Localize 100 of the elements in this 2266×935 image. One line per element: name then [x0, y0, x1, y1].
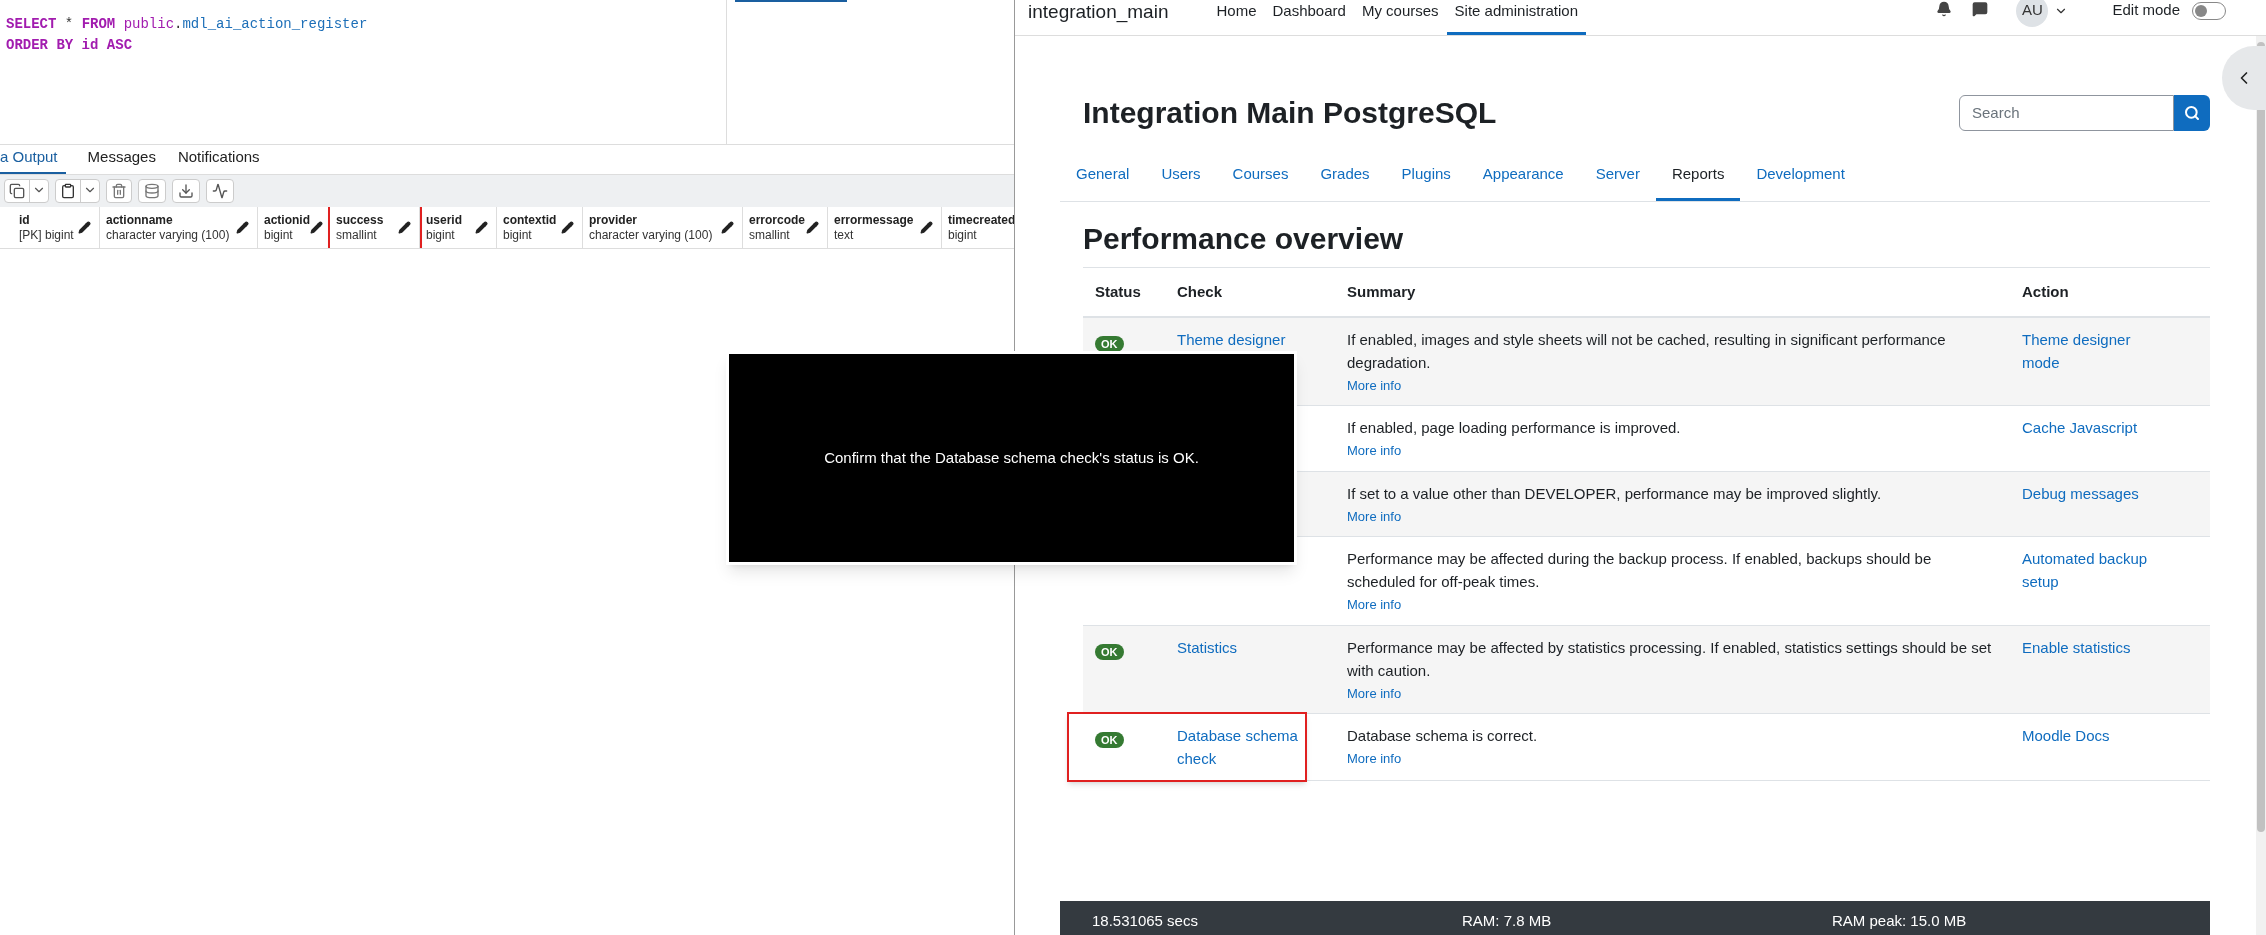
admin-tab[interactable]: Appearance: [1466, 151, 1580, 201]
column-header[interactable]: success smallint: [330, 207, 420, 248]
column-header[interactable]: actionid bigint: [258, 207, 330, 248]
column-header[interactable]: errormessage text: [828, 207, 942, 248]
pencil-icon[interactable]: [236, 221, 249, 234]
check-link[interactable]: Database schema check: [1177, 724, 1323, 770]
more-info-link[interactable]: More info: [1347, 595, 1402, 615]
column-name: provider: [589, 212, 638, 228]
instruction-text: Confirm that the Database schema check's status is OK.: [824, 447, 1199, 468]
output-tab[interactable]: Messages: [87, 145, 156, 174]
download-icon[interactable]: [172, 179, 200, 203]
user-avatar[interactable]: AU: [2016, 0, 2049, 27]
admin-tab[interactable]: Development: [1740, 151, 1861, 201]
action-link[interactable]: Cache Javascript: [2022, 416, 2172, 439]
column-type: text: [834, 227, 855, 243]
output-tab[interactable]: Notifications: [177, 145, 260, 174]
column-heading: Action: [2022, 282, 2069, 300]
pencil-icon[interactable]: [475, 221, 488, 234]
column-heading: Summary: [1347, 282, 1416, 300]
nav-link[interactable]: Site administration: [1446, 0, 1586, 35]
message-icon[interactable]: [1972, 0, 1989, 17]
summary-text: If enabled, page loading performance is improved.: [1347, 418, 1681, 438]
more-info-link[interactable]: More info: [1347, 749, 1402, 769]
scrollbar-thumb[interactable]: [2257, 42, 2265, 832]
nav-link[interactable]: Home: [1208, 0, 1265, 35]
sql-line: ORDER BY id ASC: [6, 36, 133, 55]
summary-text: Performance may be affected during the backup process. If enabled, backups should be scheduled for off-peak times.: [1347, 549, 1933, 592]
summary-text: Performance may be affected by statistics processing. If enabled, statistics settings should be set with caution.: [1347, 637, 1993, 681]
action-link[interactable]: Enable statistics: [2022, 635, 2172, 659]
search-button[interactable]: [2174, 94, 2210, 131]
footer-stat: 18.531065 secs: [1092, 910, 1199, 931]
check-link[interactable]: Theme designer: [1177, 327, 1323, 351]
column-header[interactable]: provider character varying (100): [583, 207, 743, 248]
pencil-icon[interactable]: [561, 221, 574, 234]
column-type: [PK] bigint: [19, 227, 74, 243]
column-name: errormessage: [834, 212, 914, 228]
more-info-link[interactable]: More info: [1347, 506, 1402, 526]
pencil-icon[interactable]: [78, 221, 91, 234]
column-name: contextid: [503, 212, 557, 228]
action-link[interactable]: Theme designer mode: [2022, 327, 2172, 374]
column-type: character varying (100): [106, 227, 230, 243]
column-header[interactable]: id [PK] bigint: [13, 207, 100, 248]
section-heading: Performance overview: [1083, 220, 1405, 257]
column-type: smallint: [749, 227, 791, 243]
column-header[interactable]: errorcode smallint: [743, 207, 828, 248]
column-type: bigint: [503, 227, 533, 243]
graph-icon[interactable]: [206, 179, 234, 203]
column-type: bigint: [426, 227, 456, 243]
pencil-icon[interactable]: [721, 221, 734, 234]
bell-icon[interactable]: [1936, 0, 1953, 17]
more-info-link[interactable]: More info: [1347, 683, 1402, 703]
action-link[interactable]: Debug messages: [2022, 481, 2172, 505]
column-name: timecreated: [948, 212, 1014, 228]
column-name: errorcode: [749, 212, 806, 228]
admin-tab[interactable]: Server: [1579, 151, 1656, 201]
column-type: smallint: [336, 227, 378, 243]
more-info-link[interactable]: More info: [1347, 441, 1402, 461]
pencil-icon[interactable]: [310, 221, 323, 234]
pencil-icon[interactable]: [806, 221, 819, 234]
edit-mode-label: Edit mode: [2112, 0, 2180, 21]
trash-icon[interactable]: [106, 179, 132, 203]
status-badge: OK: [1095, 732, 1124, 748]
footer-stat: RAM: 7.8 MB: [1462, 910, 1553, 931]
sql-editor[interactable]: SELECT * FROM public.mdl_ai_action_register ORDER BY id ASC: [0, 0, 726, 144]
nav-link[interactable]: My courses: [1353, 0, 1447, 35]
footer-stat: RAM peak: 15.0 MB: [1832, 910, 1968, 931]
column-header[interactable]: contextid bigint: [497, 207, 583, 248]
admin-tab[interactable]: Courses: [1216, 151, 1305, 201]
column-name: actionname: [106, 212, 174, 228]
page-title: Integration Main PostgreSQL: [1083, 95, 1497, 131]
column-header[interactable]: userid bigint: [420, 207, 497, 248]
column-type: bigint: [948, 227, 978, 243]
summary-text: If enabled, images and style sheets will not be cached, resulting in significant performance degradation.: [1347, 329, 1947, 373]
search-icon: [2184, 104, 2200, 121]
database-icon[interactable]: [138, 179, 166, 203]
status-badge: OK: [1095, 335, 1124, 352]
pencil-icon[interactable]: [920, 221, 933, 234]
admin-tab[interactable]: Reports: [1655, 151, 1741, 201]
column-header[interactable]: actionname character varying (100): [100, 207, 258, 248]
admin-tab[interactable]: Plugins: [1385, 151, 1467, 201]
pencil-icon[interactable]: [398, 221, 411, 234]
column-type: character varying (100): [589, 227, 713, 243]
more-info-link[interactable]: More info: [1347, 375, 1402, 395]
admin-tab[interactable]: Users: [1145, 151, 1217, 201]
column-heading: Check: [1177, 282, 1223, 300]
check-link[interactable]: Statistics: [1177, 635, 1323, 659]
column-name: success: [336, 212, 384, 228]
drawer-toggle[interactable]: [2222, 46, 2266, 110]
summary-text: If set to a value other than DEVELOPER, performance may be improved slightly.: [1347, 483, 1882, 504]
search-field[interactable]: Search: [1959, 94, 2174, 131]
admin-tab[interactable]: General: [1060, 151, 1146, 201]
action-link[interactable]: Moodle Docs: [2022, 724, 2172, 747]
edit-mode-switch[interactable]: [2192, 1, 2226, 20]
admin-tab[interactable]: Grades: [1304, 151, 1386, 201]
nav-link[interactable]: Dashboard: [1264, 0, 1354, 35]
site-brand[interactable]: integration_main: [1028, 0, 1169, 27]
action-link[interactable]: Automated backup setup: [2022, 547, 2172, 593]
column-header[interactable]: timecreated bigint: [942, 207, 1014, 248]
column-name: id: [19, 212, 31, 228]
column-name: userid: [426, 212, 462, 228]
